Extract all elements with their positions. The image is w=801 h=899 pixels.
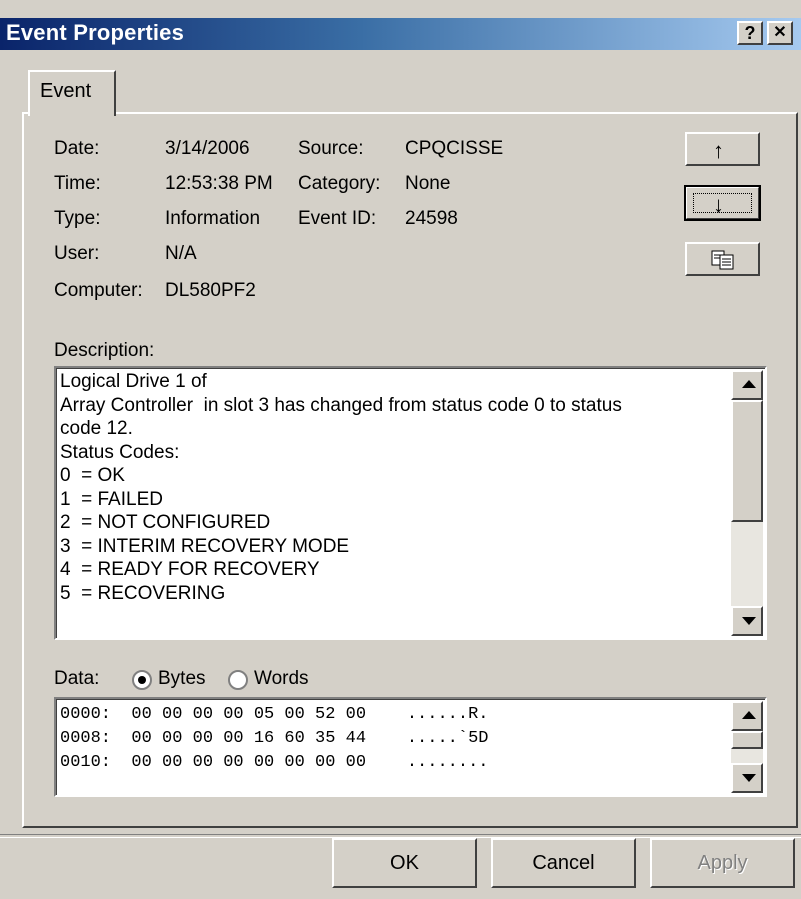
description-text: Logical Drive 1 of Array Controller in s…: [60, 371, 622, 604]
description-textbox[interactable]: Logical Drive 1 of Array Controller in s…: [54, 366, 767, 640]
scroll-up-icon: [742, 380, 756, 388]
type-label: Type:: [54, 208, 101, 229]
down-arrow-icon: ↓: [713, 192, 724, 217]
data-row-0: 0000: 00 00 00 00 05 00 52 00 ......R.: [60, 705, 489, 724]
bytes-radio[interactable]: [132, 670, 152, 690]
source-label: Source:: [298, 138, 364, 159]
scroll-down-button[interactable]: [731, 606, 763, 636]
copy-icon: [711, 250, 734, 270]
computer-label: Computer:: [54, 280, 143, 301]
scroll-down-icon: [742, 617, 756, 625]
data-row-2: 0010: 00 00 00 00 00 00 00 00 ........: [60, 753, 489, 772]
data-scroll-thumb[interactable]: [731, 731, 763, 749]
scroll-down-icon: [742, 774, 756, 782]
close-button[interactable]: ✕: [767, 21, 793, 45]
data-scrollbar[interactable]: [731, 701, 763, 793]
apply-button[interactable]: Apply: [650, 838, 795, 888]
source-value: CPQCISSE: [405, 138, 504, 159]
data-textbox[interactable]: 0000: 00 00 00 00 05 00 52 00 ......R. 0…: [54, 697, 767, 797]
tab-event[interactable]: Event: [28, 70, 116, 116]
next-event-button[interactable]: ↓: [684, 185, 761, 221]
up-arrow-icon: ↑: [713, 138, 724, 163]
category-value: None: [405, 173, 451, 194]
data-row-1: 0008: 00 00 00 00 16 60 35 44 .....`5D: [60, 729, 489, 748]
time-value: 12:53:38 PM: [165, 173, 273, 194]
ok-button[interactable]: OK: [332, 838, 477, 888]
event-id-label: Event ID:: [298, 208, 377, 229]
description-label: Description:: [54, 340, 155, 361]
previous-event-button[interactable]: ↑: [685, 132, 760, 166]
help-button[interactable]: ?: [737, 21, 763, 45]
bytes-radio-label[interactable]: Bytes: [158, 668, 206, 690]
words-radio[interactable]: [228, 670, 248, 690]
window-title: Event Properties: [6, 20, 185, 45]
date-value: 3/14/2006: [165, 138, 250, 159]
computer-value: DL580PF2: [165, 280, 256, 301]
data-label: Data:: [54, 668, 100, 689]
type-value: Information: [165, 208, 261, 229]
description-scrollbar[interactable]: [731, 370, 763, 636]
scroll-up-button[interactable]: [731, 370, 763, 400]
words-radio-label[interactable]: Words: [254, 668, 309, 690]
time-label: Time:: [54, 173, 101, 194]
date-label: Date:: [54, 138, 100, 159]
data-scroll-up-button[interactable]: [731, 701, 763, 731]
category-label: Category:: [298, 173, 381, 194]
cancel-button[interactable]: Cancel: [491, 838, 636, 888]
user-value: N/A: [165, 243, 197, 264]
copy-button[interactable]: [685, 242, 760, 276]
user-label: User:: [54, 243, 100, 264]
scroll-thumb[interactable]: [731, 400, 763, 522]
event-properties-window: Event Properties ? ✕ Event Date: 3/14/20…: [0, 0, 801, 899]
scroll-up-icon: [742, 711, 756, 719]
data-scroll-down-button[interactable]: [731, 763, 763, 793]
event-id-value: 24598: [405, 208, 458, 229]
tab-event-label: Event: [40, 80, 92, 102]
title-bar[interactable]: Event Properties ? ✕: [0, 18, 801, 50]
